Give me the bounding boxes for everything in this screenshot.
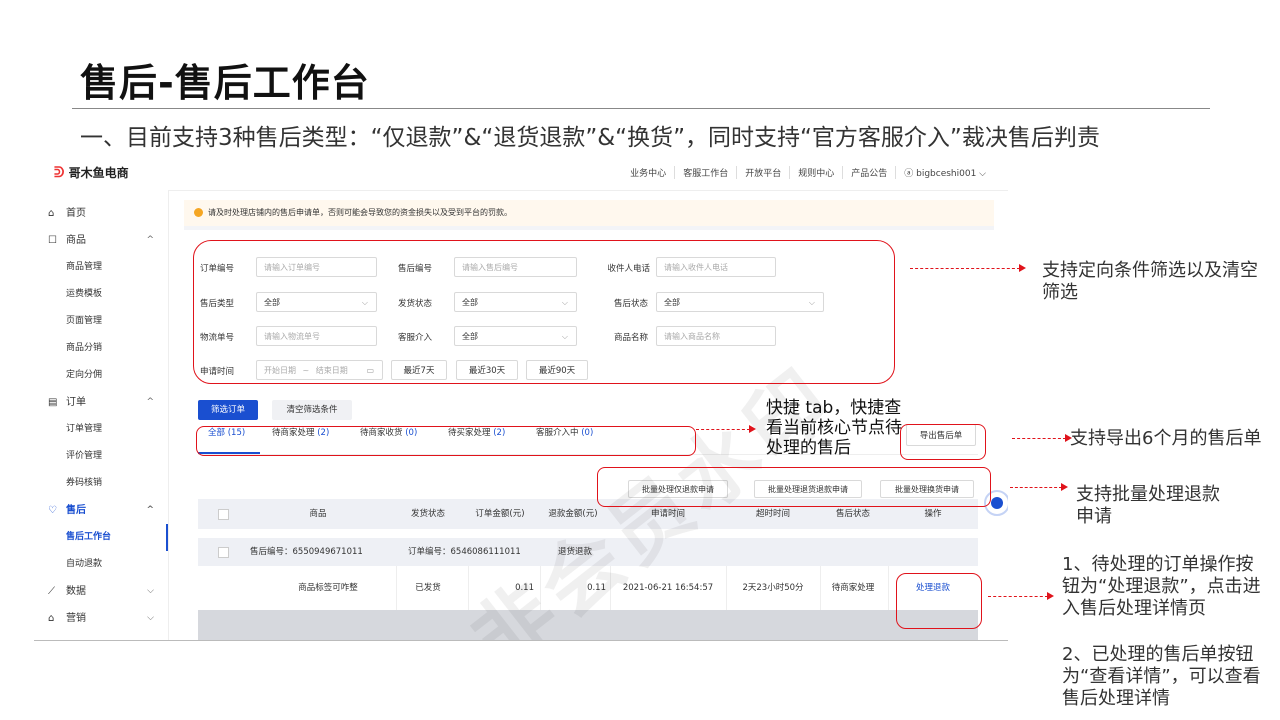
select-all-checkbox[interactable]	[218, 509, 229, 520]
chevron-up-icon: ^	[146, 505, 154, 515]
aftersale-group-row: 售后编号：6550949671011 订单编号：6546086111011 退货…	[198, 538, 978, 566]
row-checkbox[interactable]	[218, 547, 229, 558]
gift-icon: ⌂	[48, 613, 55, 624]
action-highlight-box	[896, 573, 982, 629]
sidebar: ⌂ 首页 ☐ 商品 ^ 商品管理 运费模板 页面管理 商品分销 定向分佣 ▤ 订单 ^ 订…	[34, 190, 169, 640]
aftersale-no-caption: 售后编号：	[250, 547, 293, 557]
clear-filters-button[interactable]: 清空筛选条件	[272, 400, 352, 420]
aftersale-status: 待商家处理	[831, 583, 875, 593]
order-no-caption: 订单编号：	[408, 547, 451, 557]
chart-icon: ⟋	[48, 586, 55, 597]
nav-business-center[interactable]: 业务中心	[622, 166, 674, 179]
action-annotation-1: 1、待处理的订单操作按钮为“处理退款”，点击进入售后处理详情页	[1062, 554, 1261, 619]
aftersale-type: 退货退款	[558, 547, 593, 557]
top-nav: 业务中心 客服工作台 开放平台 规则中心 产品公告 ⓐ bigbceshi001…	[622, 166, 994, 179]
timeout: 2天23小时50分	[742, 583, 804, 593]
sidebar-item-coupon-verify[interactable]: 券码核销	[34, 470, 168, 497]
top-bar: ᕲ 哥木鱼电商 业务中心 客服工作台 开放平台 规则中心 产品公告 ⓐ bigb…	[34, 156, 1008, 191]
sidebar-item-home[interactable]: ⌂ 首页	[34, 200, 168, 227]
nav-cs-workbench[interactable]: 客服工作台	[674, 166, 736, 179]
aftersale-no: 售后编号：6550949671011	[250, 538, 363, 566]
next-row	[198, 610, 978, 640]
user-menu[interactable]: ⓐ bigbceshi001 ⌵	[895, 166, 994, 179]
arrow-right-icon	[1010, 483, 1068, 491]
table-row: 商品标签可咋整 已发货 0.11 0.11 2021-06-21 16:54:5…	[198, 566, 978, 611]
order-no-value: 6546086111011	[450, 547, 521, 557]
sidebar-item-aftersale[interactable]: ♡ 售后 ^	[34, 497, 168, 524]
column-header: 发货状态	[410, 509, 445, 519]
notice-text: 请及时处理店铺内的售后申请单，否则可能会导致您的资金损失以及受到平台的罚款。	[208, 208, 512, 217]
sidebar-item-shipping-template[interactable]: 运费模板	[34, 281, 168, 308]
batch-annotation: 支持批量处理退款申请	[1076, 484, 1220, 527]
nav-announcements[interactable]: 产品公告	[842, 166, 895, 179]
sidebar-item-auto-refund[interactable]: 自动退款	[34, 551, 168, 578]
export-annotation: 支持导出6个月的售后单	[1070, 428, 1262, 449]
order-no: 订单编号：6546086111011	[408, 538, 521, 566]
arrow-right-icon	[1012, 434, 1072, 442]
product-name: 商品标签可咋整	[298, 583, 358, 593]
app-logo[interactable]: ᕲ 哥木鱼电商	[54, 164, 129, 181]
sidebar-item-product-manage[interactable]: 商品管理	[34, 254, 168, 281]
column-header: 订单金额(元)	[475, 509, 525, 519]
nav-open-platform[interactable]: 开放平台	[736, 166, 789, 179]
sidebar-item-label: 首页	[66, 208, 86, 219]
apply-time: 2021-06-21 16:54:57	[622, 583, 714, 593]
sidebar-item-label: 营销	[66, 613, 86, 624]
sidebar-item-commission[interactable]: 定向分佣	[34, 362, 168, 389]
column-header: 商品	[309, 509, 327, 519]
home-icon: ⌂	[48, 208, 55, 219]
sidebar-item-data[interactable]: ⟋ 数据 ⌵	[34, 578, 168, 605]
chevron-down-icon: ⌵	[147, 586, 154, 596]
product-icon: ☐	[48, 235, 57, 246]
chevron-down-icon: ⌵	[147, 613, 154, 623]
sidebar-item-distribution[interactable]: 商品分销	[34, 335, 168, 362]
order-icon: ▤	[48, 397, 58, 408]
sidebar-item-order-manage[interactable]: 订单管理	[34, 416, 168, 443]
sidebar-item-orders[interactable]: ▤ 订单 ^	[34, 389, 168, 416]
cell-divider	[888, 566, 889, 610]
nav-rule-center[interactable]: 规则中心	[789, 166, 842, 179]
tabs-highlight-box	[196, 426, 696, 456]
slide-subtitle: 一、目前支持3种售后类型：“仅退款”&“退货退款”&“换货”，同时支持“官方客服…	[80, 125, 1100, 151]
export-highlight-box	[900, 424, 986, 460]
arrow-right-icon	[910, 264, 1026, 272]
batch-highlight-box	[597, 467, 991, 507]
warning-notice: 请及时处理店铺内的售后申请单，否则可能会导致您的资金损失以及受到平台的罚款。	[184, 200, 994, 226]
arrow-right-icon	[988, 592, 1054, 600]
cell-divider	[396, 566, 397, 610]
shield-icon: ♡	[48, 505, 57, 516]
warning-icon	[194, 208, 203, 217]
logo-text: 哥木鱼电商	[68, 166, 129, 180]
sidebar-item-label: 订单	[66, 397, 86, 408]
chevron-up-icon: ^	[146, 397, 154, 407]
refund-amount: 0.11	[587, 583, 606, 593]
action-annotation-2: 2、已处理的售后单按钮为“查看详情”，可以查看售后处理详情	[1062, 644, 1261, 709]
chevron-up-icon: ^	[146, 235, 154, 245]
aftersale-no-value: 6550949671011	[292, 547, 363, 557]
filter-annotation: 支持定向条件筛选以及清空筛选	[1042, 260, 1258, 303]
sidebar-item-label: 商品	[66, 235, 86, 246]
sidebar-item-aftersale-workbench[interactable]: 售后工作台	[34, 524, 168, 551]
ship-status: 已发货	[415, 583, 441, 593]
filter-highlight-box	[193, 240, 895, 384]
tab-annotation: 快捷 tab，快捷查看当前核心节点待处理的售后	[766, 398, 902, 458]
slide-title: 售后-售后工作台	[80, 61, 370, 105]
sidebar-item-page-manage[interactable]: 页面管理	[34, 308, 168, 335]
order-amount: 0.11	[515, 583, 534, 593]
logo-icon: ᕲ	[54, 165, 65, 181]
sidebar-item-label: 数据	[66, 586, 86, 597]
sidebar-item-reviews[interactable]: 评价管理	[34, 443, 168, 470]
sidebar-item-products[interactable]: ☐ 商品 ^	[34, 227, 168, 254]
sidebar-item-label: 售后	[66, 505, 86, 516]
title-divider	[72, 108, 1210, 109]
filter-orders-button[interactable]: 筛选订单	[198, 400, 258, 420]
arrow-right-icon	[696, 425, 756, 433]
sidebar-item-marketing[interactable]: ⌂ 营销 ⌵	[34, 605, 168, 632]
